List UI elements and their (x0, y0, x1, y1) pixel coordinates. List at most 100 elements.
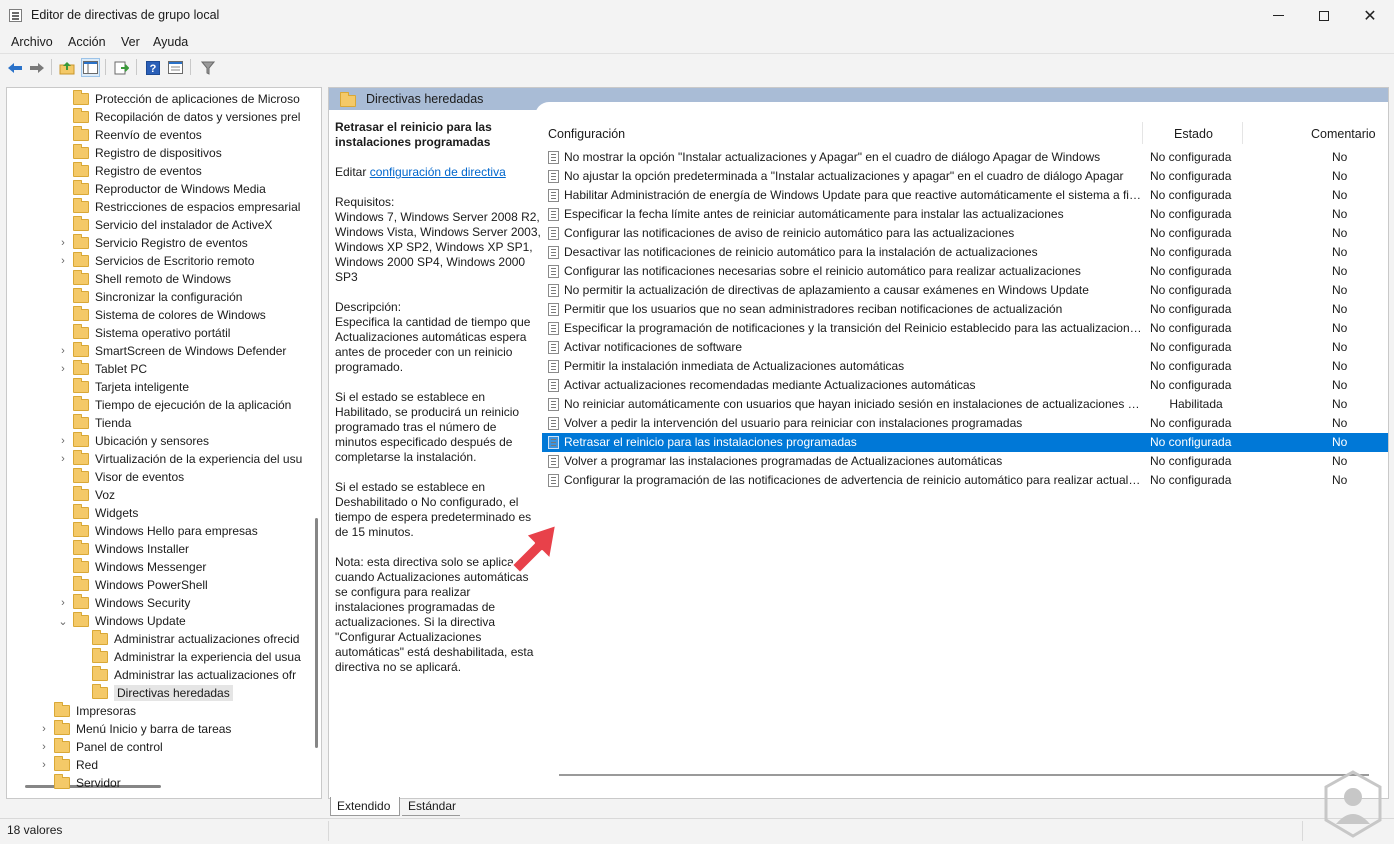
expand-chevron-icon[interactable]: › (58, 363, 68, 375)
tree-item[interactable]: Servidor (39, 774, 121, 792)
tree-item[interactable]: Administrar las actualizaciones ofr (77, 666, 296, 684)
policy-row[interactable]: Habilitar Administración de energía de W… (542, 186, 1388, 205)
tab-estandar[interactable]: Estándar (402, 797, 460, 816)
expand-chevron-icon[interactable]: › (58, 435, 68, 447)
expand-chevron-icon[interactable]: › (39, 759, 49, 771)
tree-item[interactable]: › Panel de control (39, 738, 163, 756)
menu-accion[interactable]: Acción (68, 35, 106, 49)
tree-item[interactable]: › Windows Security (58, 594, 190, 612)
tree-item[interactable]: Visor de eventos (58, 468, 184, 486)
column-header-configuracion[interactable]: Configuración (548, 127, 625, 141)
tree-item[interactable]: Sistema de colores de Windows (58, 306, 266, 324)
tree-item[interactable]: Tienda (58, 414, 131, 432)
policy-comment: No (1332, 359, 1348, 373)
tree-item[interactable]: Reenvío de eventos (58, 126, 202, 144)
menu-ayuda[interactable]: Ayuda (153, 35, 188, 49)
tree-item[interactable]: Windows Hello para empresas (58, 522, 258, 540)
tree-item[interactable]: Windows Installer (58, 540, 189, 558)
tab-extendido[interactable]: Extendido (330, 797, 400, 816)
column-separator[interactable] (1242, 122, 1243, 144)
up-folder-button[interactable] (57, 58, 76, 77)
tree-item[interactable]: Tiempo de ejecución de la aplicación (58, 396, 291, 414)
tree-item[interactable]: › Servicios de Escritorio remoto (58, 252, 254, 270)
policy-row[interactable]: No permitir la actualización de directiv… (542, 281, 1388, 300)
policy-row[interactable]: No reiniciar automáticamente con usuario… (542, 395, 1388, 414)
expand-chevron-icon[interactable]: › (58, 255, 68, 267)
tree-item[interactable]: › Red (39, 756, 98, 774)
policy-name: Configurar las notificaciones necesarias… (564, 264, 1081, 278)
expand-chevron-icon[interactable]: › (39, 723, 49, 735)
tree-item[interactable]: Recopilación de datos y versiones prel (58, 108, 300, 126)
expand-chevron-icon[interactable]: › (58, 237, 68, 249)
policy-row[interactable]: Desactivar las notificaciones de reinici… (542, 243, 1388, 262)
export-list-button[interactable] (112, 58, 131, 77)
policy-row[interactable]: Permitir la instalación inmediata de Act… (542, 357, 1388, 376)
tree-item[interactable]: Sincronizar la configuración (58, 288, 242, 306)
tree-item[interactable]: Restricciones de espacios empresarial (58, 198, 300, 216)
policy-row[interactable]: Volver a pedir la intervención del usuar… (542, 414, 1388, 433)
close-button[interactable]: ✕ (1347, 0, 1393, 31)
edit-policy-link[interactable]: configuración de directiva (370, 165, 506, 179)
tree-item[interactable]: Tarjeta inteligente (58, 378, 189, 396)
details-pane: Directivas heredadas Retrasar el reinici… (328, 87, 1389, 799)
properties-button[interactable] (166, 58, 185, 77)
expand-chevron-icon[interactable]: › (58, 453, 68, 465)
tree-item[interactable]: Widgets (58, 504, 138, 522)
tree-item[interactable]: Administrar la experiencia del usua (77, 648, 301, 666)
policy-row[interactable]: Retrasar el reinicio para las instalacio… (542, 433, 1388, 452)
column-header-estado[interactable]: Estado (1174, 127, 1213, 141)
help-button[interactable]: ? (143, 58, 162, 77)
back-button[interactable] (5, 58, 24, 77)
policy-row[interactable]: Permitir que los usuarios que no sean ad… (542, 300, 1388, 319)
column-separator[interactable] (1142, 122, 1143, 144)
policy-row[interactable]: Volver a programar las instalaciones pro… (542, 452, 1388, 471)
policy-editor-icon (9, 9, 22, 22)
tree-item[interactable]: Protección de aplicaciones de Microso (58, 90, 300, 108)
tree-item[interactable]: Windows Messenger (58, 558, 206, 576)
expand-chevron-icon[interactable]: › (58, 597, 68, 609)
forward-button[interactable] (27, 58, 46, 77)
tree-item[interactable]: Servicio del instalador de ActiveX (58, 216, 272, 234)
policy-row[interactable]: Configurar las notificaciones de aviso d… (542, 224, 1388, 243)
maximize-button[interactable] (1301, 0, 1347, 31)
policy-row[interactable]: No mostrar la opción "Instalar actualiza… (542, 148, 1388, 167)
list-horizontal-scrollbar[interactable] (559, 774, 1369, 776)
tree-item[interactable]: Sistema operativo portátil (58, 324, 230, 342)
tree-item[interactable]: Administrar actualizaciones ofrecid (77, 630, 299, 648)
policy-row[interactable]: No ajustar la opción predeterminada a "I… (542, 167, 1388, 186)
column-header-comentario[interactable]: Comentario (1311, 127, 1376, 141)
tree-item[interactable]: Reproductor de Windows Media (58, 180, 266, 198)
policy-setting-icon (548, 474, 559, 487)
menu-archivo[interactable]: Archivo (11, 35, 53, 49)
tree-item[interactable]: › Servicio Registro de eventos (58, 234, 248, 252)
policy-row[interactable]: Activar actualizaciones recomendadas med… (542, 376, 1388, 395)
tree-item[interactable]: › Virtualización de la experiencia del us… (58, 450, 302, 468)
tree-item[interactable]: Registro de dispositivos (58, 144, 222, 162)
policy-row[interactable]: Configurar la programación de las notifi… (542, 471, 1388, 490)
tree-item[interactable]: › SmartScreen de Windows Defender (58, 342, 286, 360)
filter-button[interactable] (198, 58, 217, 77)
tree-item[interactable]: Windows PowerShell (58, 576, 208, 594)
expand-chevron-icon[interactable]: › (39, 741, 49, 753)
policy-comment: No (1332, 302, 1348, 316)
policy-state: No configurada (1150, 188, 1232, 202)
tree-vertical-scrollbar[interactable] (315, 518, 318, 748)
policy-row[interactable]: Especificar la fecha límite antes de rei… (542, 205, 1388, 224)
policy-row[interactable]: Activar notificaciones de software No con… (542, 338, 1388, 357)
tree-item[interactable]: Registro de eventos (58, 162, 202, 180)
policy-row[interactable]: Configurar las notificaciones necesarias… (542, 262, 1388, 281)
tree-item[interactable]: Voz (58, 486, 115, 504)
expand-chevron-icon[interactable]: ⌄ (58, 615, 68, 628)
tree-item[interactable]: Directivas heredadas (77, 684, 233, 702)
tree-item[interactable]: Shell remoto de Windows (58, 270, 231, 288)
menu-ver[interactable]: Ver (121, 35, 140, 49)
tree-item[interactable]: › Menú Inicio y barra de tareas (39, 720, 231, 738)
tree-item[interactable]: Impresoras (39, 702, 136, 720)
show-hide-tree-button[interactable] (81, 58, 100, 77)
tree-item[interactable]: › Ubicación y sensores (58, 432, 209, 450)
expand-chevron-icon[interactable]: › (58, 345, 68, 357)
minimize-button[interactable] (1255, 0, 1301, 31)
tree-item[interactable]: › Tablet PC (58, 360, 147, 378)
policy-row[interactable]: Especificar la programación de notificac… (542, 319, 1388, 338)
tree-item[interactable]: ⌄ Windows Update (58, 612, 186, 630)
